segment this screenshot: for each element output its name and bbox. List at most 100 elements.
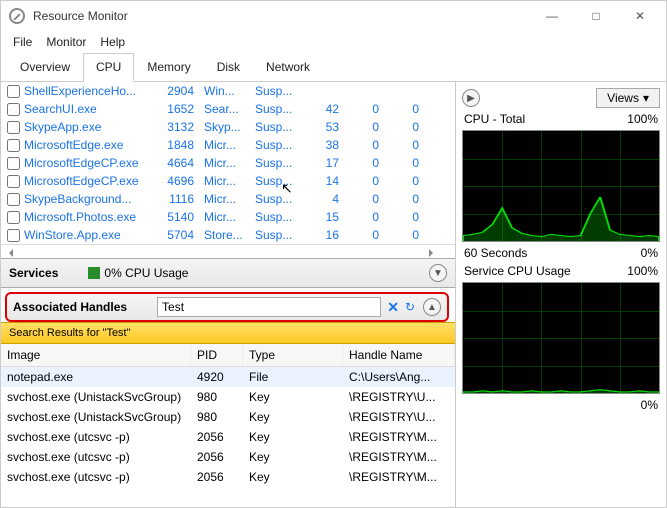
result-row[interactable]: svchost.exe (utcsvc -p)2056Key\REGISTRY\… <box>1 467 455 487</box>
process-avg: 0 <box>379 156 419 170</box>
process-name: SkypeBackground... <box>24 192 154 206</box>
process-checkbox[interactable] <box>7 103 20 116</box>
process-checkbox[interactable] <box>7 121 20 134</box>
tab-disk[interactable]: Disk <box>204 53 253 81</box>
result-image: notepad.exe <box>1 369 191 385</box>
process-avg: 0 <box>379 102 419 116</box>
menu-monitor[interactable]: Monitor <box>46 35 86 49</box>
process-status: Susp... <box>249 174 299 188</box>
expand-services-button[interactable]: ▼ <box>429 264 447 282</box>
app-icon <box>9 8 25 24</box>
col-image[interactable]: Image <box>1 344 191 366</box>
process-status: Susp... <box>249 84 299 98</box>
process-avg: 0 <box>379 138 419 152</box>
process-row[interactable]: SearchUI.exe1652Sear...Susp...4200 <box>1 100 455 118</box>
collapse-right-panel-button[interactable]: ▶ <box>462 89 480 107</box>
process-row[interactable]: Microsoft.Photos.exe5140Micr...Susp...15… <box>1 208 455 226</box>
process-desc: Micr... <box>194 192 249 206</box>
result-row[interactable]: svchost.exe (UnistackSvcGroup)980Key\REG… <box>1 387 455 407</box>
process-name: MicrosoftEdge.exe <box>24 138 154 152</box>
col-type[interactable]: Type <box>243 344 343 366</box>
refresh-search-button[interactable]: ↻ <box>405 300 415 314</box>
chart1-foot-right: 0% <box>641 246 658 260</box>
result-image: svchost.exe (utcsvc -p) <box>1 429 191 445</box>
associated-handles-header: Associated Handles ✕ ↻ ▲ <box>5 292 449 322</box>
process-desc: Micr... <box>194 210 249 224</box>
result-pid: 2056 <box>191 429 243 445</box>
process-row[interactable]: MicrosoftEdgeCP.exe4696Micr...Susp...140… <box>1 172 455 190</box>
clear-search-button[interactable]: ✕ <box>387 299 399 316</box>
menu-help[interactable]: Help <box>100 35 125 49</box>
result-image: svchost.exe (utcsvc -p) <box>1 449 191 465</box>
process-checkbox[interactable] <box>7 193 20 206</box>
process-name: MicrosoftEdgeCP.exe <box>24 156 154 170</box>
process-row[interactable]: ShellExperienceHo...2904Win...Susp... <box>1 82 455 100</box>
process-pid: 3132 <box>154 120 194 134</box>
tab-network[interactable]: Network <box>253 53 323 81</box>
process-desc: Sear... <box>194 102 249 116</box>
result-handle: \REGISTRY\U... <box>343 389 455 405</box>
process-row[interactable]: MicrosoftEdgeCP.exe4664Micr...Susp...170… <box>1 154 455 172</box>
right-panel: ▶ Views▾ CPU - Total100% 60 Seconds0% Se… <box>456 82 666 507</box>
search-results-banner: Search Results for "Test" <box>1 322 455 344</box>
results-header-row[interactable]: Image PID Type Handle Name <box>1 344 455 367</box>
chart1-max: 100% <box>627 112 658 126</box>
process-threads: 14 <box>299 174 339 188</box>
process-checkbox[interactable] <box>7 139 20 152</box>
cpu-usage-swatch <box>88 267 100 279</box>
process-checkbox[interactable] <box>7 175 20 188</box>
views-dropdown[interactable]: Views▾ <box>596 88 660 108</box>
cpu-total-chart <box>462 130 660 242</box>
tab-cpu[interactable]: CPU <box>83 53 134 82</box>
process-checkbox[interactable] <box>7 229 20 242</box>
result-row[interactable]: svchost.exe (utcsvc -p)2056Key\REGISTRY\… <box>1 447 455 467</box>
process-threads: 38 <box>299 138 339 152</box>
process-name: Microsoft.Photos.exe <box>24 210 154 224</box>
process-name: WinStore.App.exe <box>24 228 154 242</box>
process-row[interactable]: WinStore.App.exe5704Store...Susp...1600 <box>1 226 455 244</box>
process-name: ShellExperienceHo... <box>24 84 154 98</box>
result-row[interactable]: svchost.exe (UnistackSvcGroup)980Key\REG… <box>1 407 455 427</box>
results-body[interactable]: notepad.exe4920FileC:\Users\Ang...svchos… <box>1 367 455 487</box>
chart2-max: 100% <box>627 264 658 278</box>
result-row[interactable]: svchost.exe (utcsvc -p)2056Key\REGISTRY\… <box>1 427 455 447</box>
horizontal-scrollbar[interactable] <box>1 244 455 258</box>
maximize-button[interactable]: □ <box>574 2 618 30</box>
process-cpu: 0 <box>339 174 379 188</box>
services-section-header[interactable]: Services 0% CPU Usage ▼ <box>1 258 455 288</box>
process-checkbox[interactable] <box>7 211 20 224</box>
process-avg: 0 <box>379 192 419 206</box>
process-pid: 4696 <box>154 174 194 188</box>
tab-overview[interactable]: Overview <box>7 53 83 81</box>
process-cpu: 0 <box>339 102 379 116</box>
process-checkbox[interactable] <box>7 85 20 98</box>
process-table[interactable]: ShellExperienceHo...2904Win...Susp...Sea… <box>1 82 455 244</box>
process-threads: 4 <box>299 192 339 206</box>
tab-memory[interactable]: Memory <box>134 53 203 81</box>
handles-search-input[interactable] <box>157 297 381 317</box>
process-checkbox[interactable] <box>7 157 20 170</box>
process-pid: 1848 <box>154 138 194 152</box>
collapse-handles-button[interactable]: ▲ <box>423 298 441 316</box>
process-name: SkypeApp.exe <box>24 120 154 134</box>
menu-file[interactable]: File <box>13 35 32 49</box>
process-threads: 53 <box>299 120 339 134</box>
process-row[interactable]: MicrosoftEdge.exe1848Micr...Susp...3800 <box>1 136 455 154</box>
col-pid[interactable]: PID <box>191 344 243 366</box>
close-button[interactable]: ✕ <box>618 2 662 30</box>
process-desc: Micr... <box>194 156 249 170</box>
result-handle: C:\Users\Ang... <box>343 369 455 385</box>
process-status: Susp... <box>249 156 299 170</box>
result-row[interactable]: notepad.exe4920FileC:\Users\Ang... <box>1 367 455 387</box>
result-pid: 2056 <box>191 469 243 485</box>
process-status: Susp... <box>249 138 299 152</box>
process-pid: 5140 <box>154 210 194 224</box>
col-handle-name[interactable]: Handle Name <box>343 344 455 366</box>
result-image: svchost.exe (utcsvc -p) <box>1 469 191 485</box>
process-threads: 42 <box>299 102 339 116</box>
result-pid: 980 <box>191 409 243 425</box>
minimize-button[interactable]: ― <box>530 2 574 30</box>
process-cpu: 0 <box>339 192 379 206</box>
process-row[interactable]: SkypeApp.exe3132Skyp...Susp...5300 <box>1 118 455 136</box>
process-row[interactable]: SkypeBackground...1116Micr...Susp...400 <box>1 190 455 208</box>
